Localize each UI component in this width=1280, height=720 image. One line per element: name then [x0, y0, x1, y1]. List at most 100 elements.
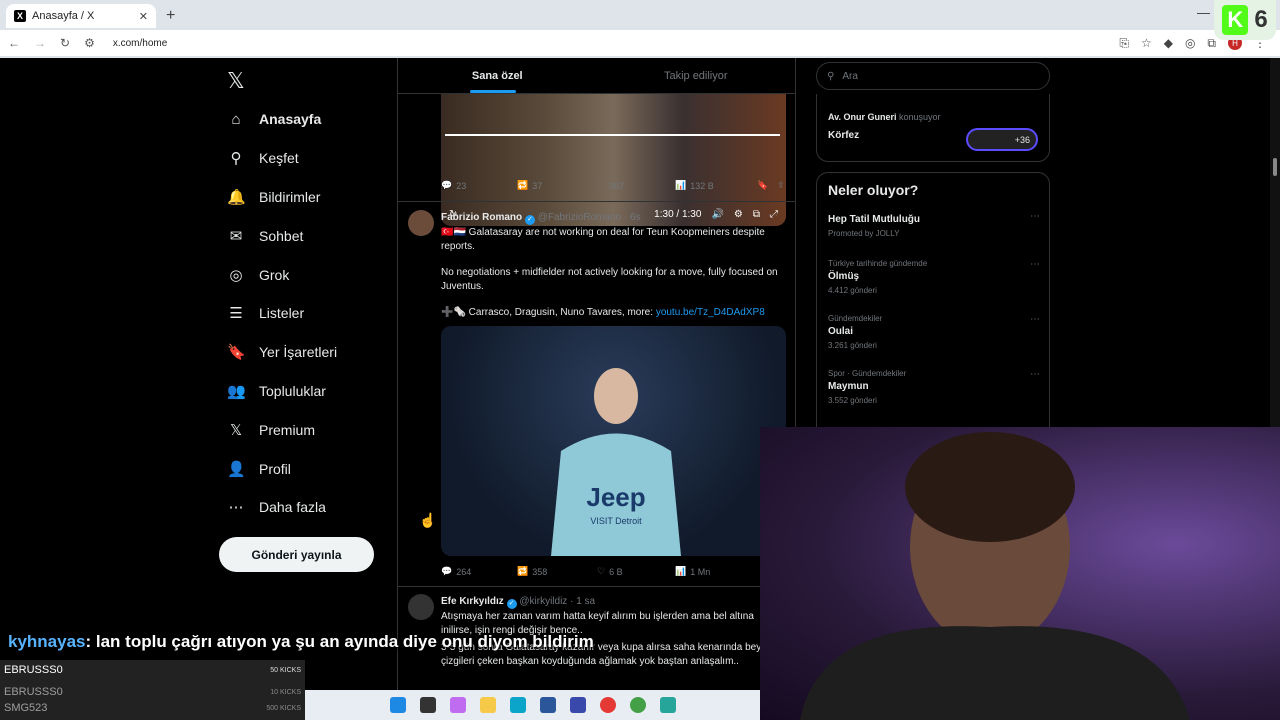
author-handle[interactable]: @FabrizioRomano: [538, 212, 622, 223]
tweet-line: ➕🗞️ Carrasco, Dragusin, Nuno Tavares, mo…: [441, 307, 654, 318]
site-info-icon[interactable]: ⚙: [84, 36, 95, 50]
views-button[interactable]: 📊 132 B: [675, 180, 757, 191]
browser-chrome: X Anasayfa / X ✕ + — ← → ↻ ⚙ x.com/home …: [0, 0, 1280, 58]
trend-title: Hep Tatil Mutluluğu: [828, 214, 921, 225]
trend-item[interactable]: Hep Tatil Mutluluğu Promoted by JOLLY ⋯: [828, 211, 1040, 238]
sidebar-item-9[interactable]: 👤 Profil: [219, 449, 397, 488]
sidebar-item-7[interactable]: 👥 Topluluklar: [219, 372, 397, 411]
tab-for-you[interactable]: Sana özel: [398, 58, 597, 93]
sidebar-item-4[interactable]: ◎ Grok: [219, 255, 397, 294]
tweet-time[interactable]: · 1 sa: [570, 596, 595, 607]
avatar[interactable]: [408, 594, 434, 620]
sidebar-item-2[interactable]: 🔔 Bildirimler: [219, 178, 397, 217]
search-input[interactable]: ⚲ Ara: [816, 62, 1050, 90]
views-button[interactable]: 📊 1 Mn: [675, 566, 757, 577]
like-button[interactable]: ♡ 867: [597, 180, 675, 191]
extension-shield-icon[interactable]: ◆: [1164, 36, 1173, 50]
more-icon[interactable]: ⋯: [1030, 369, 1040, 380]
more-icon[interactable]: ⋯: [1030, 259, 1040, 270]
space-host: Av. Onur Guneri konuşuyor: [828, 112, 941, 122]
trends-title: Neler oluyor?: [828, 182, 919, 198]
tweet-video[interactable]: ↻ 1:30 / 1:30 🔊 ⚙ ⧉ ⤢: [441, 94, 786, 226]
trend-item[interactable]: Gündemdekiler Oulai 3.261 gönderi ⋯: [828, 314, 1040, 350]
sidebar-item-6[interactable]: 🔖 Yer İşaretleri: [219, 333, 397, 372]
sidebar-item-3[interactable]: ✉ Sohbet: [219, 216, 397, 255]
more-icon[interactable]: ⋯: [1030, 211, 1040, 222]
timeline: ↻ 1:30 / 1:30 🔊 ⚙ ⧉ ⤢ Sana özel Takip ed…: [397, 58, 796, 720]
url-field[interactable]: x.com/home: [113, 38, 167, 49]
reload-icon[interactable]: ↻: [60, 36, 70, 50]
repost-button[interactable]: 🔁 37: [517, 180, 597, 191]
jersey-subtext: VISIT Detroit: [590, 516, 642, 526]
new-tab-button[interactable]: +: [166, 7, 175, 25]
video-time: 1:30 / 1:30: [654, 209, 702, 220]
tab-following[interactable]: Takip ediliyor: [597, 58, 796, 93]
more-icon[interactable]: ⋯: [1030, 314, 1040, 325]
space-card[interactable]: Av. Onur Guneri konuşuyor Körfez +36: [816, 94, 1050, 162]
trend-title: Oulai: [828, 326, 854, 337]
forward-icon[interactable]: →: [34, 36, 46, 50]
sidebar-item-8[interactable]: 𝕏 Premium: [219, 410, 397, 449]
star-icon[interactable]: ☆: [1141, 36, 1152, 50]
sidebar-item-label: Premium: [259, 421, 316, 438]
copilot-icon[interactable]: [449, 697, 466, 713]
sidebar-item-label: Daha fazla: [259, 499, 326, 516]
tab-close-icon[interactable]: ✕: [139, 10, 148, 23]
store-icon[interactable]: [539, 697, 556, 713]
jersey-sponsor: Jeep: [586, 482, 645, 512]
settings-icon[interactable]: ⚙: [734, 209, 743, 220]
back-icon[interactable]: ←: [8, 36, 20, 50]
bookmark-icon: 🔖: [227, 344, 246, 362]
sidebar-item-0[interactable]: ⌂ Anasayfa: [219, 100, 397, 139]
bookmark-icon[interactable]: 🔖: [757, 180, 777, 191]
space-title: Körfez: [828, 130, 860, 141]
tweet-time[interactable]: · 6s: [624, 212, 641, 223]
x-premium-icon: 𝕏: [229, 421, 243, 439]
sidebar-item-label: Bildirimler: [259, 188, 321, 205]
x-logo-icon[interactable]: 𝕏: [219, 62, 397, 100]
sidebar-item-5[interactable]: ☰ Listeler: [219, 294, 397, 333]
file-explorer-icon[interactable]: [479, 697, 496, 713]
scrollbar-thumb[interactable]: [1273, 158, 1277, 176]
video-progress-bar[interactable]: [445, 134, 780, 136]
app2-icon[interactable]: [659, 697, 676, 713]
author-name[interactable]: Efe Kırkyıldız: [441, 596, 504, 607]
trend-item[interactable]: Türkiye tarihinde gündemde Ölmüş 4.412 gön…: [828, 259, 1040, 295]
extensions-puzzle-icon[interactable]: ⧉: [1207, 36, 1216, 51]
edge-icon[interactable]: [509, 697, 526, 713]
volume-icon[interactable]: 🔊: [711, 209, 723, 220]
share-icon[interactable]: ⇪: [777, 180, 785, 191]
space-listeners[interactable]: +36: [966, 128, 1038, 151]
streamer-illustration: [800, 432, 1190, 720]
minimize-icon[interactable]: —: [1197, 5, 1210, 20]
sidebar-item-1[interactable]: ⚲ Keşfet: [219, 139, 397, 178]
author-name[interactable]: Fabrizio Romano: [441, 212, 522, 223]
opera-icon[interactable]: [599, 697, 616, 713]
home-icon: ⌂: [231, 110, 241, 128]
reply-button[interactable]: 💬 264: [441, 566, 517, 577]
kicks-leaderboard: EBRUSSS0 50 KICKS EBRUSSS0 10 KICKS SMG523 50…: [0, 660, 305, 720]
browser-tab[interactable]: X Anasayfa / X ✕: [6, 4, 156, 28]
reply-button[interactable]: 💬 23: [441, 180, 517, 191]
chrome-icon[interactable]: [629, 697, 646, 713]
space-status: konuşuyor: [899, 112, 941, 122]
post-button[interactable]: Gönderi yayınla: [219, 537, 374, 572]
tweet-photo[interactable]: Jeep VISIT Detroit: [441, 326, 786, 556]
sidebar-item-10[interactable]: ⋯ Daha fazla: [219, 488, 397, 527]
tweet-header: Efe Kırkyıldız ✓ @kirkyildiz · 1 sa: [441, 596, 595, 609]
repost-button[interactable]: 🔁 358: [517, 566, 597, 577]
search-placeholder: Ara: [842, 70, 858, 82]
author-handle[interactable]: @kirkyildiz: [519, 596, 567, 607]
windows-start-icon[interactable]: [389, 697, 406, 713]
avatar[interactable]: [408, 210, 434, 236]
taskview-icon[interactable]: [419, 697, 436, 713]
install-icon[interactable]: ⎘: [1119, 36, 1129, 51]
app-icon[interactable]: [569, 697, 586, 713]
extension-layers-icon[interactable]: ◎: [1185, 36, 1195, 50]
more-icon[interactable]: ⋯: [768, 210, 778, 221]
tweet-link[interactable]: youtu.be/Tz_D4DAdXP8: [656, 307, 765, 318]
like-button[interactable]: ♡ 6 B: [597, 566, 675, 577]
trend-item[interactable]: Spor · Gündemdekiler Maymun 3.552 gönderi ⋯: [828, 369, 1040, 405]
pip-icon[interactable]: ⧉: [753, 209, 760, 220]
divider: [398, 201, 795, 202]
